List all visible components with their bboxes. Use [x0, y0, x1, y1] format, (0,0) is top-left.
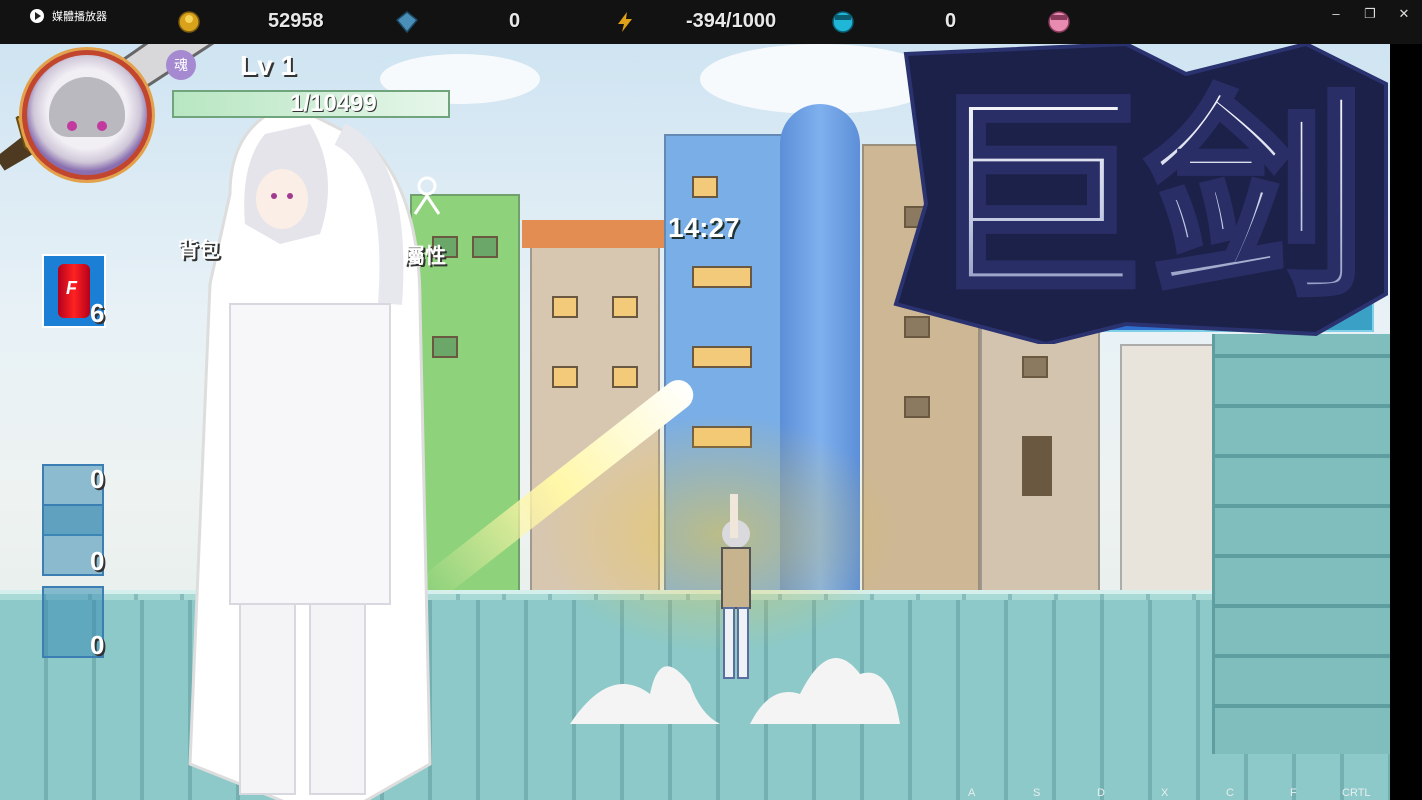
title-bar: 媒體播放器 52958 0 -394/1000 0 – ❐ ✕	[0, 0, 1422, 44]
player-level: Lv 1	[240, 50, 297, 81]
media-player-icon	[30, 9, 44, 23]
backpack-button[interactable]: 背包	[178, 234, 220, 264]
item-count: 0	[90, 464, 105, 494]
pink-orb-icon	[1048, 11, 1070, 33]
minimize-button[interactable]: –	[1318, 4, 1354, 24]
soul-icon[interactable]: 魂	[166, 50, 196, 80]
gold-coin-icon	[178, 11, 200, 33]
key-hint: F	[1290, 787, 1297, 799]
key-hint: X	[1161, 787, 1169, 799]
app-title-area: 媒體播放器	[30, 8, 107, 24]
stone-pillar	[1212, 334, 1392, 754]
building-stone	[980, 324, 1100, 600]
stage-timer: 14:27	[668, 212, 740, 243]
close-button[interactable]: ✕	[1386, 4, 1422, 24]
item-count: 0	[90, 546, 105, 576]
soda-can-icon: F	[58, 264, 90, 318]
key-hint: CRTL	[1342, 787, 1371, 799]
blue-orb-icon	[832, 11, 854, 33]
window-title: 媒體播放器	[52, 11, 107, 23]
dust-cloud-effect	[570, 658, 900, 724]
item-count: 0	[90, 630, 105, 660]
lightning-icon	[618, 12, 632, 32]
player-portrait[interactable]	[22, 50, 152, 180]
key-hint: A	[968, 787, 976, 799]
building-white	[1120, 344, 1220, 600]
game-scene[interactable]: 魂 Lv 1 1/10499 背包 屬性 F 6 0 0 0 14:27 霸氣 …	[0, 44, 1422, 800]
attribute-icon[interactable]	[410, 176, 444, 216]
energy-count: -394/1000	[686, 10, 777, 32]
crystal-count: 0	[509, 10, 521, 32]
hp-text: 1/10499	[290, 90, 377, 117]
maximize-button[interactable]: ❐	[1352, 4, 1388, 24]
item-count: 6	[90, 298, 105, 328]
key-hint: S	[1033, 787, 1041, 799]
gold-count: 52958	[268, 10, 324, 32]
blue-orb-count: 0	[945, 10, 957, 32]
game-window: 媒體播放器 52958 0 -394/1000 0 – ❐ ✕ 魂 Lv 1 1…	[0, 0, 1422, 800]
screen-edge	[1390, 44, 1422, 800]
title-art-logo: 巨剑	[893, 44, 1388, 344]
key-hint: C	[1226, 787, 1234, 799]
attribute-button[interactable]: 屬性	[404, 240, 446, 270]
crystal-icon	[396, 11, 418, 33]
svg-text:巨剑: 巨剑	[926, 70, 1366, 326]
key-hint: D	[1097, 787, 1105, 799]
